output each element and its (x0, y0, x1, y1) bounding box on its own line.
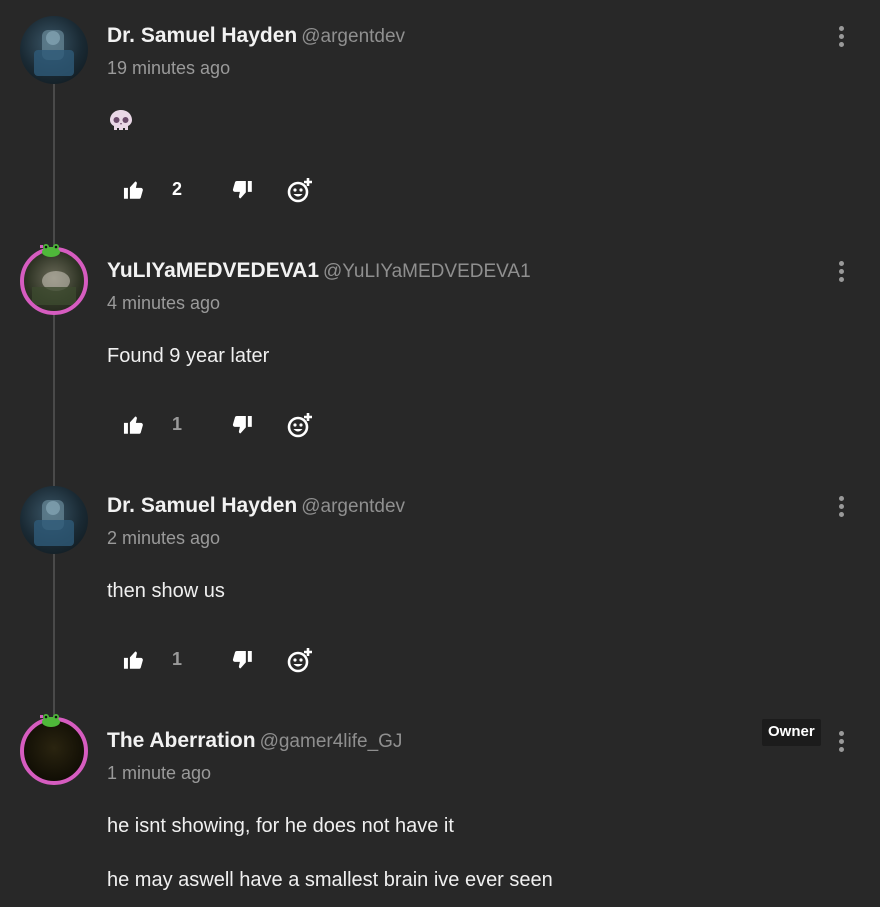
author-name[interactable]: The Aberration (107, 729, 256, 752)
thumbs-down-icon[interactable] (228, 411, 256, 439)
comment-timestamp[interactable]: 4 minutes ago (107, 293, 220, 314)
comment-body: then show us (107, 580, 225, 602)
kebab-menu-icon[interactable] (832, 729, 850, 755)
frog-badge-icon (40, 713, 62, 727)
like-count: 1 (172, 414, 183, 434)
comment-body: Found 9 year later (107, 345, 270, 367)
comment-header: Dr. Samuel Hayden @argentdev (107, 494, 405, 518)
author-name[interactable]: Dr. Samuel Hayden (107, 24, 297, 47)
comment: Dr. Samuel Hayden @argentdev 2 minutes ag… (0, 470, 880, 705)
comment: Dr. Samuel Hayden @argentdev 19 minutes a… (0, 0, 880, 235)
skull-emoji-icon: 💀 (108, 108, 134, 134)
like-count: 2 (172, 179, 183, 199)
author-handle[interactable]: @YuLIYaMEDVEDEVA1 (323, 261, 531, 282)
comment-actions: 1 (120, 646, 340, 676)
add-reaction-icon[interactable] (284, 411, 312, 439)
like-count: 1 (172, 649, 183, 669)
author-name[interactable]: YuLIYaMEDVEDEVA1 (107, 259, 319, 282)
owner-badge: Owner (762, 719, 821, 746)
thumbs-up-icon[interactable] (120, 176, 148, 204)
comment-actions: 1 (120, 411, 340, 441)
frog-badge-icon (40, 243, 62, 257)
comment-body-line: he isnt showing, for he does not have it (107, 815, 454, 837)
thumbs-down-icon[interactable] (228, 176, 256, 204)
thumbs-up-icon[interactable] (120, 646, 148, 674)
add-reaction-icon[interactable] (284, 176, 312, 204)
avatar[interactable] (18, 243, 90, 317)
author-handle[interactable]: @argentdev (301, 496, 405, 517)
comment: The Aberration @gamer4life_GJ Owner 1 min… (0, 705, 880, 907)
avatar[interactable] (18, 14, 90, 86)
comment-header: YuLIYaMEDVEDEVA1 @YuLIYaMEDVEDEVA1 (107, 259, 531, 283)
add-reaction-icon[interactable] (284, 646, 312, 674)
avatar[interactable] (18, 484, 90, 556)
comment-timestamp[interactable]: 2 minutes ago (107, 528, 220, 549)
author-handle[interactable]: @gamer4life_GJ (260, 731, 403, 752)
comment: YuLIYaMEDVEDEVA1 @YuLIYaMEDVEDEVA1 4 minu… (0, 235, 880, 470)
comment-header: Dr. Samuel Hayden @argentdev (107, 24, 405, 48)
comment-timestamp[interactable]: 19 minutes ago (107, 58, 230, 79)
kebab-menu-icon[interactable] (832, 494, 850, 520)
author-name[interactable]: Dr. Samuel Hayden (107, 494, 297, 517)
author-handle[interactable]: @argentdev (301, 26, 405, 47)
thumbs-up-icon[interactable] (120, 411, 148, 439)
comment-actions: 2 (120, 176, 340, 206)
kebab-menu-icon[interactable] (832, 259, 850, 285)
thumbs-down-icon[interactable] (228, 646, 256, 674)
comment-body-line: he may aswell have a smallest brain ive … (107, 869, 553, 891)
kebab-menu-icon[interactable] (832, 24, 850, 50)
comment-header: The Aberration @gamer4life_GJ (107, 729, 402, 753)
comment-timestamp[interactable]: 1 minute ago (107, 763, 211, 784)
avatar[interactable] (18, 713, 90, 787)
